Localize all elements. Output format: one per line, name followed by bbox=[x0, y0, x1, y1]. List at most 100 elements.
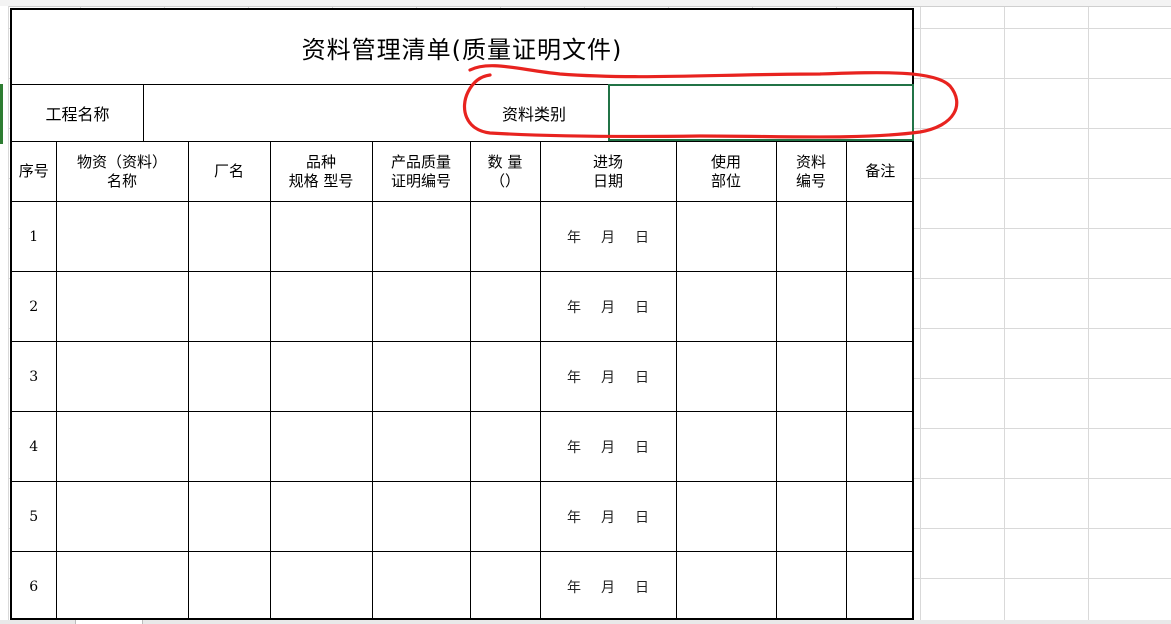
header-doc-no[interactable]: 资料 编号 bbox=[775, 141, 847, 202]
row-number-cell[interactable]: 6 bbox=[12, 551, 57, 622]
factory-cell[interactable] bbox=[187, 271, 271, 342]
date-year-label: 年 bbox=[567, 579, 581, 596]
cert-cell[interactable] bbox=[371, 481, 471, 552]
entry-date-cell[interactable]: 年月日 bbox=[539, 411, 677, 482]
header-material[interactable]: 物资（资料） 名称 bbox=[55, 141, 189, 202]
entry-date-cell[interactable]: 年月日 bbox=[539, 201, 677, 272]
date-month-label: 月 bbox=[601, 229, 615, 246]
doc-no-cell[interactable] bbox=[775, 481, 847, 552]
qty-cell[interactable] bbox=[469, 341, 541, 412]
header-cert[interactable]: 产品质量 证明编号 bbox=[371, 141, 471, 202]
cert-cell[interactable] bbox=[371, 411, 471, 482]
doc-no-cell[interactable] bbox=[775, 551, 847, 622]
table-header-row: 序号 物资（资料） 名称 厂名 品种 规格 型号 产品质量 证明编号数 量（） 进场 日期 使用 部位… bbox=[12, 141, 914, 202]
spec-cell[interactable] bbox=[269, 341, 373, 412]
doc-no-cell[interactable] bbox=[775, 271, 847, 342]
table-body: 1年月日2年月日3年月日4年月日5年月日6年月日 bbox=[12, 201, 914, 622]
spec-cell[interactable] bbox=[269, 551, 373, 622]
spec-cell[interactable] bbox=[269, 481, 373, 552]
meta-row: 工程名称 资料类别 bbox=[12, 84, 914, 142]
entry-date-cell[interactable]: 年月日 bbox=[539, 481, 677, 552]
remark-cell[interactable] bbox=[845, 201, 914, 272]
header-remark[interactable]: 备注 bbox=[845, 141, 914, 202]
qty-cell[interactable] bbox=[469, 551, 541, 622]
material-cell[interactable] bbox=[55, 481, 189, 552]
table-row: 2 年 月 日 bbox=[12, 271, 914, 342]
row-number-cell[interactable]: 5 bbox=[12, 481, 57, 552]
cert-cell[interactable] bbox=[371, 341, 471, 412]
qty-cell[interactable] bbox=[469, 201, 541, 272]
material-cell[interactable] bbox=[55, 271, 189, 342]
project-name-cell[interactable] bbox=[144, 84, 460, 141]
material-cell[interactable] bbox=[55, 551, 189, 622]
header-use[interactable]: 使用 部位 bbox=[675, 141, 777, 202]
use-cell[interactable] bbox=[675, 271, 777, 342]
spec-cell[interactable] bbox=[269, 411, 373, 482]
entry-date-cell[interactable]: 年月日 bbox=[539, 551, 677, 622]
remark-cell[interactable] bbox=[845, 341, 914, 412]
header-seq[interactable]: 序号 bbox=[12, 141, 57, 202]
entry-date-cell[interactable]: 年月日 bbox=[539, 341, 677, 412]
spec-cell[interactable] bbox=[269, 271, 373, 342]
doc-no-cell[interactable] bbox=[775, 411, 847, 482]
date-day-label: 日 bbox=[635, 369, 649, 386]
date-day-label: 日 bbox=[635, 579, 649, 596]
date-year-label: 年 bbox=[567, 369, 581, 386]
date-day-label: 日 bbox=[635, 299, 649, 316]
material-cell[interactable] bbox=[55, 201, 189, 272]
sheet-tab[interactable] bbox=[75, 620, 143, 624]
use-cell[interactable] bbox=[675, 481, 777, 552]
form-title[interactable]: 资料管理清单(质量证明文件) bbox=[12, 10, 912, 85]
row-number-cell[interactable]: 1 bbox=[12, 201, 57, 272]
doc-no-cell[interactable] bbox=[775, 201, 847, 272]
sheet-tab-bar bbox=[0, 620, 1171, 624]
category-label[interactable]: 资料类别 bbox=[460, 84, 608, 141]
remark-cell[interactable] bbox=[845, 551, 914, 622]
date-year-label: 年 bbox=[567, 299, 581, 316]
material-cell[interactable] bbox=[55, 341, 189, 412]
header-qty[interactable]: 数 量（） bbox=[469, 141, 541, 202]
factory-cell[interactable] bbox=[187, 481, 271, 552]
cert-cell[interactable] bbox=[371, 551, 471, 622]
cert-cell[interactable] bbox=[371, 201, 471, 272]
table-row: 1 年 月 日 bbox=[12, 201, 914, 272]
header-factory[interactable]: 厂名 bbox=[187, 141, 271, 202]
row-header-strip bbox=[0, 6, 9, 622]
category-cell-selected[interactable] bbox=[608, 84, 914, 141]
cert-cell[interactable] bbox=[371, 271, 471, 342]
date-day-label: 日 bbox=[635, 229, 649, 246]
material-cell[interactable] bbox=[55, 411, 189, 482]
row-number-cell[interactable]: 4 bbox=[12, 411, 57, 482]
qty-cell[interactable] bbox=[469, 411, 541, 482]
entry-date-cell[interactable]: 年月日 bbox=[539, 271, 677, 342]
material-list-form: 资料管理清单(质量证明文件) 工程名称 资料类别 序号 物资（资料） 名称 厂名 品种规… bbox=[10, 8, 914, 622]
qty-cell[interactable] bbox=[469, 271, 541, 342]
row-selection-indicator bbox=[0, 84, 3, 144]
header-spec[interactable]: 品种 规格 型号 bbox=[269, 141, 373, 202]
table-row: 6 年 月 日 bbox=[12, 551, 914, 622]
date-month-label: 月 bbox=[601, 509, 615, 526]
remark-cell[interactable] bbox=[845, 411, 914, 482]
use-cell[interactable] bbox=[675, 411, 777, 482]
header-entry-date[interactable]: 进场 日期 bbox=[539, 141, 677, 202]
date-year-label: 年 bbox=[567, 509, 581, 526]
use-cell[interactable] bbox=[675, 551, 777, 622]
remark-cell[interactable] bbox=[845, 271, 914, 342]
date-month-label: 月 bbox=[601, 299, 615, 316]
use-cell[interactable] bbox=[675, 201, 777, 272]
doc-no-cell[interactable] bbox=[775, 341, 847, 412]
use-cell[interactable] bbox=[675, 341, 777, 412]
date-day-label: 日 bbox=[635, 509, 649, 526]
factory-cell[interactable] bbox=[187, 201, 271, 272]
spec-cell[interactable] bbox=[269, 201, 373, 272]
table-row: 5 年 月 日 bbox=[12, 481, 914, 552]
factory-cell[interactable] bbox=[187, 341, 271, 412]
qty-cell[interactable] bbox=[469, 481, 541, 552]
row-number-cell[interactable]: 2 bbox=[12, 271, 57, 342]
factory-cell[interactable] bbox=[187, 551, 271, 622]
project-name-label[interactable]: 工程名称 bbox=[12, 84, 144, 141]
remark-cell[interactable] bbox=[845, 481, 914, 552]
row-number-cell[interactable]: 3 bbox=[12, 341, 57, 412]
factory-cell[interactable] bbox=[187, 411, 271, 482]
table-row: 3 年 月 日 bbox=[12, 341, 914, 412]
